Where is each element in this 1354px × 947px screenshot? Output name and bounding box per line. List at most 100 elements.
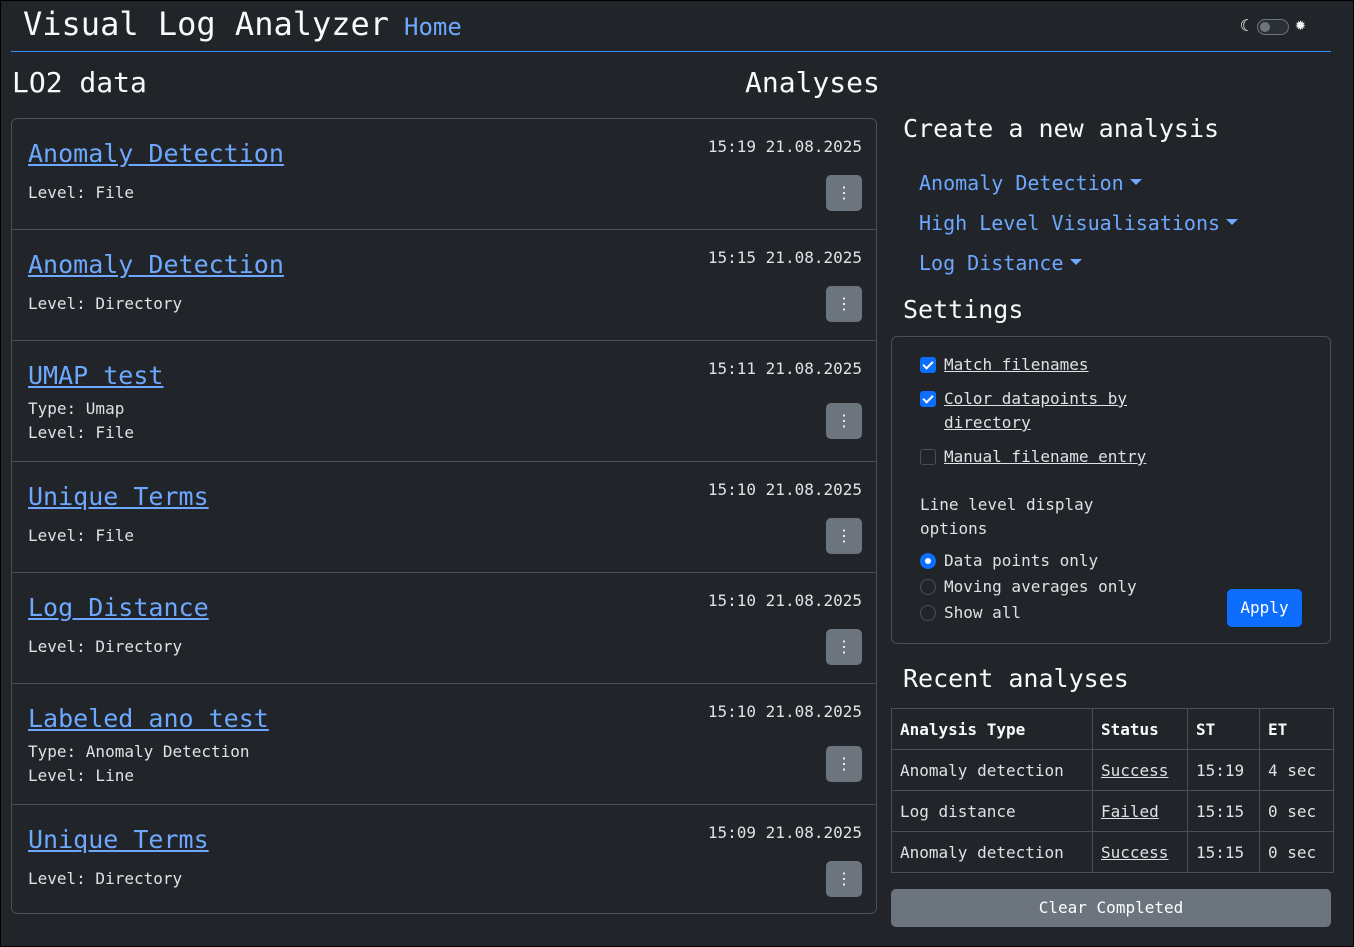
display-options-heading: Line level display options [920,493,1120,541]
table-row: Log distance Failed 15:15 0 sec [891,790,1334,832]
analysis-item: Unique Terms 15:10 21.08.2025 Level: File ⋮ [12,462,876,573]
sun-icon: ✹ [1295,14,1306,35]
status-link[interactable]: Success [1101,761,1168,780]
analysis-item: Log Distance 15:10 21.08.2025 Level: Direc… [12,573,876,684]
analysis-meta: Level: Directory [28,637,183,656]
display-option-label[interactable]: Data points only [944,551,1098,571]
theme-switch[interactable] [1257,19,1289,35]
create-analysis-label: Anomaly Detection [919,171,1124,195]
create-analysis-dropdown[interactable]: Log Distance [919,251,1082,275]
display-options-heading-line: Line level display [920,495,1094,514]
column-header: ET [1259,708,1334,750]
moon-icon: ☾ [1240,16,1250,35]
table-cell: 0 sec [1259,790,1334,832]
table-cell: Success [1092,749,1188,791]
app-title: Visual Log Analyzer [23,5,390,43]
create-analysis-title: Create a new analysis [903,114,1220,143]
recent-analyses-title: Recent analyses [903,664,1129,693]
display-option-radio[interactable] [920,553,936,569]
table-cell: Success [1092,831,1188,873]
create-analysis-dropdown[interactable]: Anomaly Detection [919,171,1142,195]
apply-button[interactable]: Apply [1227,589,1302,627]
table-cell: Anomaly detection [891,831,1093,873]
analysis-title-link[interactable]: Labeled ano test [28,704,269,733]
settings-checkbox[interactable] [920,391,936,407]
analysis-item: Unique Terms 15:09 21.08.2025 Level: Direc… [12,805,876,913]
column-header: Status [1092,708,1188,750]
settings-checkbox-label[interactable]: Match filenames [944,353,1089,377]
analysis-timestamp: 15:09 21.08.2025 [707,823,862,842]
display-option-label[interactable]: Show all [944,603,1021,623]
create-analysis-dropdown[interactable]: High Level Visualisations [919,211,1239,235]
table-cell: 15:15 [1187,831,1260,873]
table-row: Anomaly detection Success 15:15 0 sec [891,831,1334,873]
caret-down-icon [1226,218,1239,225]
settings-panel: Match filenames Color datapoints by direct… [891,336,1331,644]
settings-title: Settings [903,295,1024,324]
table-cell: 0 sec [1259,831,1334,873]
display-option-radio[interactable] [920,605,936,621]
analysis-meta: Level: Line [28,766,134,785]
table-header-row: Analysis Type Status ST ET [891,708,1334,750]
status-link[interactable]: Success [1101,843,1168,862]
analysis-timestamp: 15:19 21.08.2025 [707,137,862,156]
analysis-title-link[interactable]: Anomaly Detection [28,139,284,168]
analysis-meta: Level: File [28,183,134,202]
settings-checkbox-label[interactable]: directory [944,411,1031,435]
analysis-item: Anomaly Detection 15:19 21.08.2025 Level: … [12,119,876,230]
analyses-title: Analyses [745,66,880,99]
more-options-button[interactable]: ⋮ [826,286,862,322]
more-options-button[interactable]: ⋮ [826,175,862,211]
analysis-timestamp: 15:10 21.08.2025 [707,702,862,721]
analysis-meta: Type: Anomaly Detection [28,742,250,761]
create-analysis-label: Log Distance [919,251,1064,275]
more-options-button[interactable]: ⋮ [826,403,862,439]
analysis-timestamp: 15:15 21.08.2025 [707,248,862,267]
column-header: ST [1187,708,1260,750]
home-link[interactable]: Home [404,13,462,41]
settings-checkbox[interactable] [920,357,936,373]
analysis-title-link[interactable]: Anomaly Detection [28,250,284,279]
table-cell: 15:15 [1187,790,1260,832]
settings-checkbox-label[interactable]: Manual filename entry [944,445,1146,469]
display-options-heading-line: options [920,519,988,538]
analysis-timestamp: 15:10 21.08.2025 [707,591,862,610]
analysis-meta: Type: Umap [28,399,125,418]
more-options-button[interactable]: ⋮ [826,629,862,665]
analysis-timestamp: 15:11 21.08.2025 [707,359,862,378]
display-option-radio[interactable] [920,579,936,595]
data-title: LO2 data [12,66,147,99]
column-header: Analysis Type [891,708,1093,750]
analysis-item: Anomaly Detection 15:15 21.08.2025 Level: … [12,230,876,341]
analysis-title-link[interactable]: Unique Terms [28,482,209,511]
caret-down-icon [1129,178,1142,185]
create-analysis-label: High Level Visualisations [919,211,1221,235]
clear-completed-button[interactable]: Clear Completed [891,889,1331,927]
analysis-meta: Level: Directory [28,294,183,313]
table-cell: Log distance [891,790,1093,832]
analysis-item: UMAP test 15:11 21.08.2025 Type: Umap Level… [12,341,876,462]
more-options-button[interactable]: ⋮ [826,518,862,554]
analysis-meta: Level: File [28,526,134,545]
table-cell: Anomaly detection [891,749,1093,791]
table-cell: 15:19 [1187,749,1260,791]
analysis-title-link[interactable]: Unique Terms [28,825,209,854]
analysis-title-link[interactable]: UMAP test [28,361,163,390]
theme-toggle[interactable]: ☾ ✹ [1240,14,1316,36]
table-cell: Failed [1092,790,1188,832]
display-option-label[interactable]: Moving averages only [944,577,1137,597]
table-cell: 4 sec [1259,749,1334,791]
status-link[interactable]: Failed [1101,802,1159,821]
settings-checkbox[interactable] [920,449,936,465]
navbar: Visual Log Analyzer Home ☾ ✹ [11,0,1331,52]
settings-checkbox-label[interactable]: Color datapoints by [944,387,1127,411]
analysis-title-link[interactable]: Log Distance [28,593,209,622]
analysis-timestamp: 15:10 21.08.2025 [707,480,862,499]
recent-analyses-table: Analysis Type Status ST ET Anomaly detection… [891,708,1334,873]
analysis-meta: Level: Directory [28,869,183,888]
table-row: Anomaly detection Success 15:19 4 sec [891,749,1334,791]
analysis-meta: Level: File [28,423,134,442]
more-options-button[interactable]: ⋮ [826,746,862,782]
more-options-button[interactable]: ⋮ [826,861,862,897]
switch-knob [1260,22,1270,32]
